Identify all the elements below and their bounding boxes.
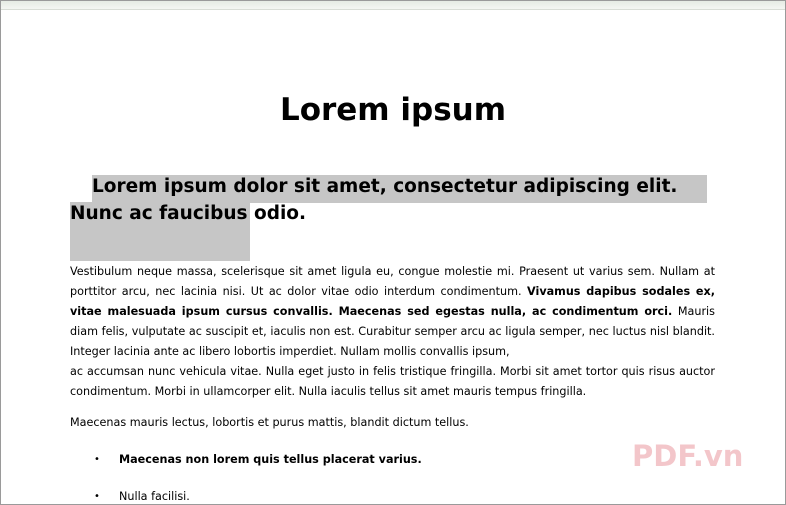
bullet-dot-icon: • xyxy=(94,454,100,465)
document-page[interactable]: Lorem ipsum Lorem ipsum dolor sit amet, … xyxy=(1,10,785,504)
selected-heading[interactable]: Lorem ipsum dolor sit amet, consectetur … xyxy=(70,173,720,268)
bullet-item: • Maecenas non lorem quis tellus placera… xyxy=(94,450,422,470)
body-paragraph-1: Vestibulum neque massa, scelerisque sit … xyxy=(70,262,715,402)
body-paragraph-2: Maecenas mauris lectus, lobortis et puru… xyxy=(70,416,469,429)
paragraph-1-main: Vestibulum neque massa, scelerisque sit … xyxy=(70,262,715,362)
bullet-text: Nulla facilisi. xyxy=(119,490,190,503)
document-title: Lorem ipsum xyxy=(279,92,507,128)
document-window: Lorem ipsum Lorem ipsum dolor sit amet, … xyxy=(0,0,786,505)
bullet-text: Maecenas non lorem quis tellus placerat … xyxy=(119,453,422,466)
paragraph-1-line-2: ac accumsan nunc vehicula vitae. Nulla e… xyxy=(70,365,715,398)
bullet-item: • Nulla facilisi. xyxy=(94,487,190,504)
heading-text: Lorem ipsum dolor sit amet, consectetur … xyxy=(70,176,678,224)
window-top-strip xyxy=(1,1,785,10)
bullet-dot-icon: • xyxy=(94,491,100,502)
pdfvn-watermark: PDF.vn xyxy=(632,439,744,473)
